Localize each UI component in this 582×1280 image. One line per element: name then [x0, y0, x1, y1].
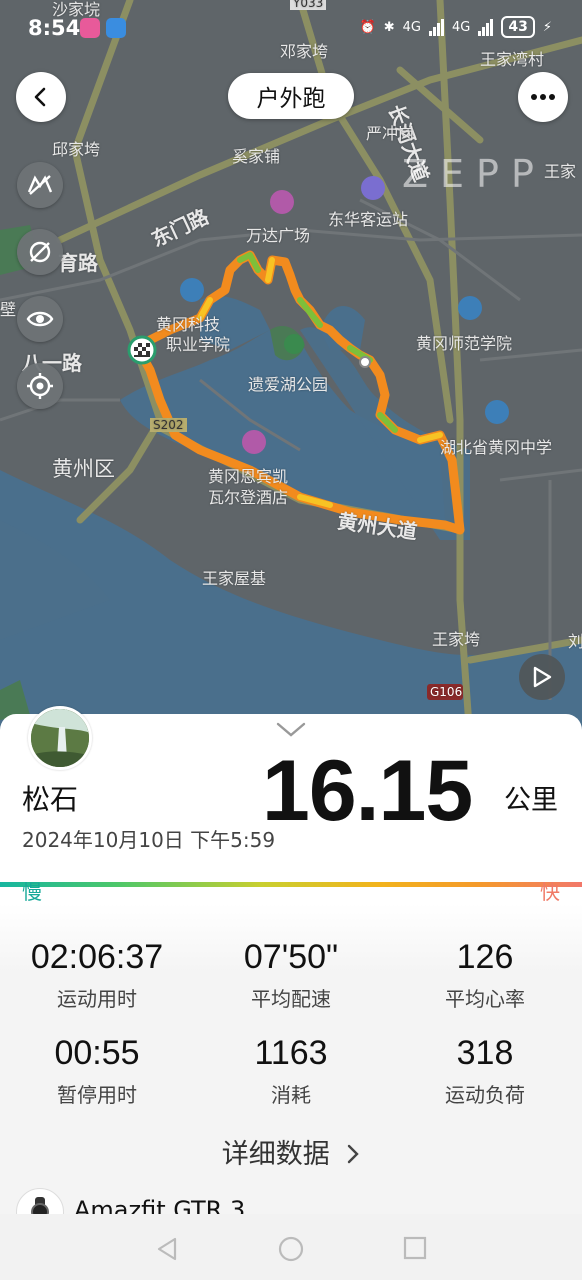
workout-datetime: 2024年10月10日 下午5:59 — [22, 828, 276, 852]
device-name: Amazfit GTR 3 — [74, 1196, 246, 1216]
stat-training-load: 318 运动负荷 — [388, 1034, 582, 1108]
app-notification-icon — [80, 18, 100, 38]
map-label: 王家屋基 — [202, 569, 267, 588]
back-button[interactable] — [16, 72, 66, 122]
watch-icon — [16, 1188, 64, 1216]
distance-unit: 公里 — [504, 785, 558, 816]
signal-icon — [429, 18, 445, 36]
page-title: 户外跑 — [228, 73, 354, 119]
map-label: 王家 — [544, 162, 577, 181]
workout-summary-sheet: 松石 2024年10月10日 下午5:59 16.15 公里 慢 快 02:06… — [0, 706, 582, 1280]
stat-label: 暂停用时 — [57, 1083, 137, 1107]
more-icon — [531, 94, 555, 100]
pace-fast-label: 快 — [540, 880, 560, 904]
map-label: 东华客运站 — [328, 210, 409, 229]
zepp-watermark: ZEPP — [402, 152, 546, 196]
detailed-data-label: 详细数据 — [221, 1139, 330, 1170]
map-label: 遗爱湖公园 — [248, 375, 329, 394]
pace-legend-bar — [0, 882, 582, 887]
stat-label: 消耗 — [271, 1083, 311, 1107]
stat-value: 1163 — [254, 1034, 328, 1072]
stat-label: 平均心率 — [445, 987, 525, 1011]
network-label: 4G — [452, 19, 471, 35]
stat-value: 02:06:37 — [30, 938, 164, 976]
nav-home-icon[interactable] — [278, 1236, 304, 1262]
stat-label: 运动用时 — [57, 987, 137, 1011]
map-label: 职业学院 — [166, 335, 231, 354]
map-label: 瓦尔登酒店 — [208, 488, 289, 507]
avatar-image — [31, 709, 89, 767]
stat-label: 平均配速 — [251, 987, 331, 1011]
stat-avg-heart-rate: 126 平均心率 — [388, 938, 582, 1012]
avatar[interactable] — [28, 706, 92, 770]
locate-button[interactable] — [17, 363, 63, 409]
stat-value: 00:55 — [54, 1034, 140, 1072]
chevron-down-icon[interactable] — [276, 722, 306, 738]
eye-icon — [26, 311, 54, 327]
map-label: 刘 — [568, 632, 582, 651]
poi-toggle-button[interactable] — [17, 229, 63, 275]
signal-icon — [478, 18, 494, 36]
bluetooth-icon: ✱ — [383, 19, 395, 35]
status-time: 8:54 — [28, 16, 81, 40]
more-button[interactable] — [518, 72, 568, 122]
map-label: 湖北省黄冈中学 — [440, 438, 553, 457]
map-label: G106 — [430, 685, 463, 699]
map-label: 黄州区 — [52, 457, 115, 481]
app-notification-icon — [106, 18, 126, 38]
stat-pause-time: 00:55 暂停用时 — [0, 1034, 194, 1108]
map-label: 黄冈师范学院 — [416, 334, 513, 353]
stat-value: 126 — [456, 938, 514, 976]
distance-value: 16.15 — [262, 743, 473, 839]
system-nav-bar — [0, 1218, 582, 1280]
charging-icon: ⚡ — [542, 19, 552, 35]
map-label: 邱家垮 — [52, 140, 101, 159]
stat-calories: 1163 消耗 — [194, 1034, 388, 1108]
map-label: 育路 — [58, 251, 98, 275]
hide-poi-icon — [29, 241, 51, 263]
alarm-icon: ⏰ — [359, 19, 376, 35]
visibility-button[interactable] — [17, 296, 63, 342]
network-label: 4G — [402, 19, 422, 35]
stat-value: 07'50" — [243, 938, 339, 976]
map-label: 奚家铺 — [232, 147, 281, 166]
map-label: 严冲岗 — [366, 124, 415, 143]
layers-off-icon — [27, 175, 53, 195]
stat-duration: 02:06:37 运动用时 — [0, 938, 194, 1012]
map-label: S202 — [150, 418, 187, 432]
user-name: 松石 — [22, 783, 79, 816]
back-icon — [34, 87, 46, 107]
device-row[interactable]: Amazfit GTR 3 — [16, 1188, 566, 1216]
replay-button[interactable] — [519, 654, 565, 700]
route-map[interactable]: 沙家垸 Y033 邓家垮 王家湾村 长河大道 邱家垮 严冲岗 奚家铺 王家 东门… — [0, 0, 582, 740]
locate-icon — [27, 373, 53, 399]
stat-avg-pace: 07'50" 平均配速 — [194, 938, 388, 1012]
nav-recents-icon[interactable] — [403, 1236, 427, 1260]
map-label: 万达广场 — [246, 226, 311, 245]
status-bar: 8:54 ⏰ ✱ 4G 4G 43 ⚡ — [0, 0, 582, 58]
stat-label: 运动负荷 — [445, 1083, 525, 1107]
chevron-right-icon — [348, 1144, 359, 1164]
pace-slow-label: 慢 — [22, 880, 42, 904]
map-label: 壁 — [0, 300, 17, 319]
play-icon — [533, 666, 552, 688]
stat-value: 318 — [456, 1034, 514, 1072]
map-style-button[interactable] — [17, 162, 63, 208]
nav-back-icon[interactable] — [155, 1236, 179, 1262]
detailed-data-link[interactable]: 详细数据 — [0, 1132, 582, 1171]
map-label: 王家垮 — [432, 630, 481, 649]
battery-icon: 43 — [501, 16, 535, 38]
